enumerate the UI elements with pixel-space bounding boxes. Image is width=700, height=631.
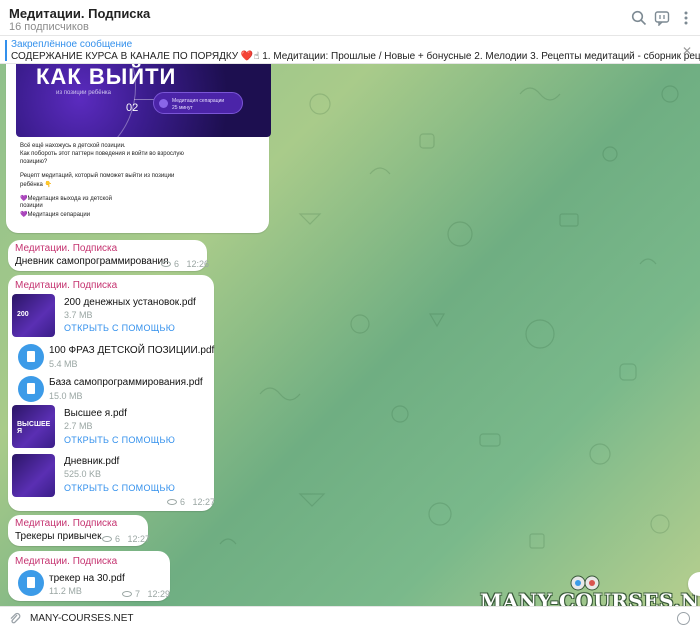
file-size: 2.7 MB: [64, 421, 93, 431]
message-time: 12:26: [186, 259, 210, 269]
post-text-line: 💜Медитация сепарации: [20, 212, 91, 218]
file-thumbnail[interactable]: ВЫСШЕЕ Я: [12, 405, 55, 448]
message-views: 6: [174, 259, 180, 269]
pill-subtitle: 25 минут: [172, 105, 193, 111]
message-bubble[interactable]: Медитации. Подписка Дневник самопрограмм…: [8, 240, 209, 271]
image-headline: КАК ВЫЙТИ: [36, 64, 177, 89]
views-icon: [167, 499, 177, 505]
watermark-text: MANY-COURSES.NET: [480, 589, 700, 606]
more-icon[interactable]: [678, 10, 694, 26]
pinned-title: Закреплённое сообщение: [11, 39, 133, 50]
file-name[interactable]: 100 ФРАЗ ДЕТСКОЙ ПОЗИЦИИ.pdf: [49, 345, 214, 356]
pinned-text: СОДЕРЖАНИЕ КУРСА В КАНАЛЕ ПО ПОРЯДКУ ❤️☝…: [11, 51, 700, 62]
pinned-accent-bar: [5, 40, 7, 61]
image-connector-line: [134, 99, 154, 100]
pinned-message-bar[interactable]: Закреплённое сообщение СОДЕРЖАНИЕ КУРСА …: [0, 36, 700, 64]
message-text: Дневник самопрограммирования: [15, 256, 169, 267]
message-composer: MANY-COURSES.NET: [0, 606, 700, 631]
message-sender[interactable]: Медитации. Подписка: [15, 280, 117, 291]
message-views: 7: [135, 589, 141, 599]
image-headline-sub: из позиции ребёнка: [56, 90, 111, 96]
post-text-line: позицию?: [20, 159, 48, 165]
message-sender[interactable]: Медитации. Подписка: [15, 556, 117, 567]
file-thumbnail[interactable]: 200: [12, 294, 55, 337]
post-text-line: ребёнка 👇: [20, 182, 52, 188]
comments-icon[interactable]: [654, 10, 670, 26]
message-meta: 6 12:27: [102, 534, 150, 544]
file-name[interactable]: Дневник.pdf: [64, 456, 119, 467]
document-icon[interactable]: [18, 376, 44, 402]
views-icon: [122, 591, 132, 597]
open-with-link[interactable]: ОТКРЫТЬ С ПОМОЩЬЮ: [64, 483, 175, 493]
chat-header: Медитации. Подписка 16 подписчиков: [0, 0, 700, 36]
pill-title: Медитация сепарации: [172, 98, 225, 104]
emoji-icon[interactable]: [677, 612, 690, 625]
image-post-bubble[interactable]: КАК ВЫЙТИ из позиции ребёнка 02 Медитаци…: [6, 64, 271, 233]
views-icon: [161, 261, 171, 267]
thumbnail-text: 200: [17, 311, 29, 318]
play-icon: [159, 99, 168, 108]
message-meta: 6 12:27: [167, 497, 215, 507]
search-icon[interactable]: [631, 10, 647, 26]
file-size: 11.2 MB: [49, 586, 82, 596]
message-time: 12:27: [127, 534, 151, 544]
post-text-line: позиции: [20, 203, 43, 209]
pin-icon[interactable]: ✕: [682, 44, 692, 58]
message-views: 6: [115, 534, 121, 544]
file-size: 15.0 MB: [49, 391, 83, 401]
post-text-line: Рецепт медитаций, который поможет выйти …: [20, 173, 175, 179]
meditation-pill: Медитация сепарации 25 минут: [153, 92, 243, 114]
image-step-number: 02: [126, 102, 139, 114]
message-meta: 6 12:26: [161, 259, 209, 269]
message-meta: 7 12:29: [122, 589, 170, 599]
file-name[interactable]: 200 денежных установок.pdf: [64, 297, 196, 308]
files-message-bubble[interactable]: Медитации. Подписка трекер на 30.pdf 11.…: [8, 551, 170, 601]
post-text-line: 💜Медитация выхода из детской: [20, 196, 112, 202]
open-with-link[interactable]: ОТКРЫТЬ С ПОМОЩЬЮ: [64, 323, 175, 333]
open-with-link[interactable]: ОТКРЫТЬ С ПОМОЩЬЮ: [64, 435, 175, 445]
thumbnail-text: ВЫСШЕЕ Я: [17, 421, 51, 435]
views-icon: [102, 536, 112, 542]
post-image[interactable]: КАК ВЫЙТИ из позиции ребёнка 02 Медитаци…: [16, 64, 271, 137]
message-time: 12:29: [147, 589, 171, 599]
post-text-line: Всё ещё нахожусь в детской позиции.: [20, 143, 126, 149]
file-name[interactable]: трекер на 30.pdf: [49, 573, 125, 584]
message-text: Трекеры привычек: [15, 531, 102, 542]
chat-area[interactable]: КАК ВЫЙТИ из позиции ребёнка 02 Медитаци…: [0, 64, 700, 606]
files-message-bubble[interactable]: Медитации. Подписка 200 200 денежных уст…: [8, 275, 215, 511]
document-icon[interactable]: [18, 570, 44, 596]
file-size: 525.0 KB: [64, 469, 102, 479]
file-name[interactable]: База самопрограммирования.pdf: [49, 377, 203, 388]
file-size: 3.7 MB: [64, 310, 93, 320]
message-sender[interactable]: Медитации. Подписка: [15, 243, 117, 254]
attach-icon[interactable]: [8, 612, 22, 626]
file-name[interactable]: Высшее я.pdf: [64, 408, 127, 419]
file-thumbnail[interactable]: [12, 454, 55, 497]
chat-title[interactable]: Медитации. Подписка: [9, 6, 150, 21]
message-input[interactable]: MANY-COURSES.NET: [30, 613, 134, 624]
post-text-line: Как побороть этот паттерн поведения и во…: [20, 151, 184, 157]
file-size: 5.4 MB: [49, 359, 78, 369]
message-sender[interactable]: Медитации. Подписка: [15, 518, 117, 529]
message-bubble[interactable]: Медитации. Подписка Трекеры привычек 6 1…: [8, 515, 150, 546]
document-icon[interactable]: [18, 344, 44, 370]
subscriber-count: 16 подписчиков: [9, 21, 89, 33]
message-time: 12:27: [192, 497, 216, 507]
message-views: 6: [180, 497, 186, 507]
